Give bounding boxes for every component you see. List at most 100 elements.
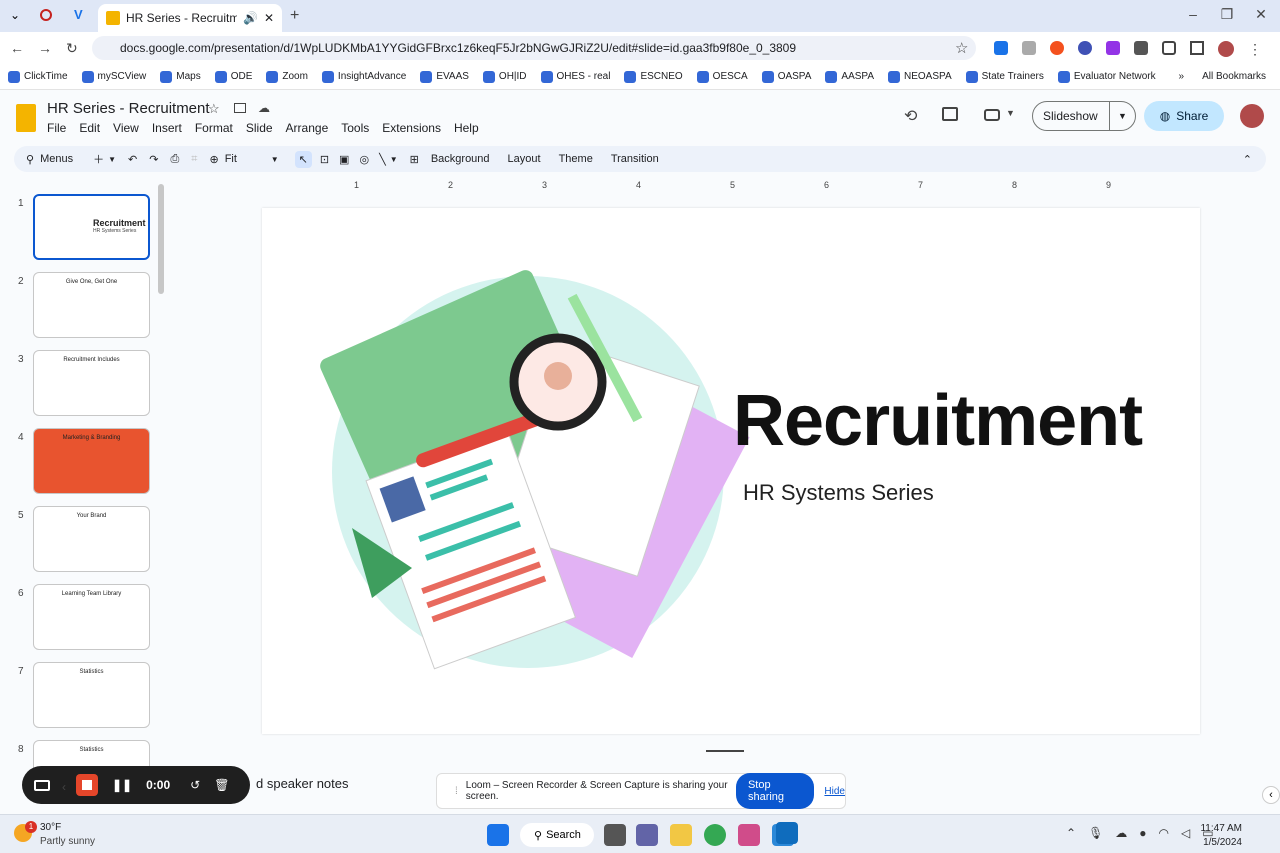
extension-v-icon[interactable] — [994, 41, 1008, 55]
meet-icon[interactable] — [984, 109, 1000, 121]
bookmark-item[interactable]: EVAAS — [420, 70, 469, 83]
extensions-puzzle-icon[interactable] — [1162, 41, 1176, 55]
restart-icon[interactable]: ↺ — [190, 778, 200, 792]
undo-icon[interactable]: ↶ — [128, 153, 137, 166]
menus-search[interactable]: Menus — [40, 153, 73, 165]
new-slide-dropdown-icon[interactable]: ▼ — [108, 155, 116, 164]
bookmark-item[interactable]: mySCView — [81, 70, 146, 83]
clock-time[interactable]: 11:47 AM — [1196, 823, 1242, 834]
outlook-icon[interactable] — [776, 822, 798, 844]
maximize-button[interactable]: ❐ — [1212, 6, 1242, 23]
bookmark-item[interactable]: Maps — [160, 70, 201, 83]
stop-recording-button[interactable] — [76, 774, 98, 796]
url-field[interactable]: docs.google.com/presentation/d/1WpLUDKMb… — [92, 36, 976, 60]
audio-icon[interactable]: 🔊 — [243, 11, 258, 25]
sidepanel-icon[interactable] — [1190, 41, 1204, 55]
close-window-button[interactable]: ✕ — [1246, 6, 1276, 23]
paint-format-icon[interactable]: ⌗ — [191, 153, 197, 166]
menu-insert[interactable]: Insert — [152, 121, 182, 135]
delete-icon[interactable]: 🗑 — [214, 778, 229, 792]
chrome-icon[interactable] — [704, 824, 726, 846]
clock-date[interactable]: 1/5/2024 — [1196, 837, 1242, 848]
slide-thumbnail[interactable]: Recruitment Includes — [33, 350, 150, 416]
toolbar-layout[interactable]: Layout — [508, 153, 541, 165]
slide-thumbnail[interactable]: Statistics — [33, 662, 150, 728]
file-explorer-icon[interactable] — [670, 824, 692, 846]
stop-sharing-button[interactable]: Stop sharing — [735, 773, 815, 809]
forward-button[interactable]: → — [38, 40, 52, 56]
minimize-button[interactable]: – — [1178, 6, 1208, 22]
slide-thumbnail[interactable]: Your Brand — [33, 506, 150, 572]
bookmark-item[interactable]: State Trainers — [965, 70, 1044, 83]
comment-add-icon[interactable]: ⊞ — [410, 153, 419, 166]
filmstrip-scrollbar[interactable] — [158, 184, 164, 294]
search-icon[interactable]: ⚲ — [26, 153, 34, 166]
menu-help[interactable]: Help — [454, 121, 479, 135]
snipping-tool-icon[interactable] — [738, 824, 760, 846]
line-icon[interactable]: ╲ — [379, 153, 386, 166]
bookmark-item[interactable]: Evaluator Network — [1057, 70, 1156, 83]
document-title[interactable]: HR Series - Recruitment — [47, 100, 210, 117]
extension-shield-icon[interactable] — [1134, 41, 1148, 55]
menu-tools[interactable]: Tools — [341, 121, 369, 135]
notes-resize-handle[interactable] — [706, 750, 744, 752]
bookmark-item[interactable]: ODE — [214, 70, 252, 83]
toolbar-background[interactable]: Background — [431, 153, 490, 165]
tray-overflow-icon[interactable]: ⌃ — [1066, 826, 1076, 840]
bookmark-item[interactable]: AASPA — [825, 70, 874, 83]
tab-search-icon[interactable]: ⌄ — [10, 8, 20, 22]
menu-extensions[interactable]: Extensions — [382, 121, 441, 135]
collapse-toolbar-icon[interactable]: ⌃ — [1243, 153, 1252, 166]
bookmark-item[interactable]: OASPA — [761, 70, 811, 83]
bookmark-item[interactable]: OESCA — [696, 70, 748, 83]
hide-button[interactable]: Hide — [824, 786, 845, 797]
menu-slide[interactable]: Slide — [246, 121, 273, 135]
v-tab-icon[interactable]: V — [74, 7, 83, 22]
slide-title[interactable]: Recruitment — [733, 380, 1143, 462]
bookmark-item[interactable]: Zoom — [266, 70, 308, 83]
slideshow-button[interactable]: Slideshow ▼ — [1032, 101, 1136, 131]
extension-grid-icon[interactable] — [1022, 41, 1036, 55]
speaker-notes[interactable]: d speaker notes — [256, 776, 349, 791]
new-tab-button[interactable]: + — [290, 7, 299, 25]
loom-extension-icon[interactable] — [1050, 41, 1064, 55]
slide-subtitle[interactable]: HR Systems Series — [743, 480, 934, 506]
extension-purple-icon[interactable] — [1106, 41, 1120, 55]
mic-icon[interactable]: 🎙 — [1088, 826, 1103, 840]
menu-file[interactable]: File — [47, 121, 66, 135]
bookmark-item[interactable]: OH|ID — [482, 70, 527, 83]
zoom-icon[interactable]: ⊕ — [209, 153, 218, 166]
print-icon[interactable]: ⎙ — [170, 153, 179, 166]
image-icon[interactable]: ▣ — [339, 153, 349, 166]
all-bookmarks[interactable]: All Bookmarks — [1202, 71, 1266, 82]
task-view-icon[interactable] — [604, 824, 626, 846]
text-box-icon[interactable]: ⊡ — [320, 153, 329, 166]
shape-icon[interactable]: ◎ — [359, 153, 369, 166]
slides-logo-icon[interactable] — [16, 104, 36, 132]
close-tab-icon[interactable]: ✕ — [264, 11, 274, 25]
back-button[interactable]: ← — [10, 40, 24, 56]
reload-button[interactable]: ↻ — [66, 40, 78, 57]
bookmark-item[interactable]: NEOASPA — [888, 70, 952, 83]
wifi-icon[interactable]: ◠ — [1159, 826, 1169, 840]
move-folder-icon[interactable] — [234, 103, 246, 113]
volume-icon[interactable]: ◁ — [1181, 826, 1190, 840]
menu-edit[interactable]: Edit — [79, 121, 100, 135]
line-dropdown-icon[interactable]: ▼ — [390, 155, 398, 164]
browser-menu-icon[interactable]: ⋮ — [1248, 41, 1262, 58]
extension-star-icon[interactable] — [1078, 41, 1092, 55]
select-tool-icon[interactable]: ↖ — [294, 150, 312, 168]
new-slide-icon[interactable]: ＋ — [93, 151, 104, 167]
menu-view[interactable]: View — [113, 121, 139, 135]
toolbar-theme[interactable]: Theme — [559, 153, 593, 165]
slide-thumbnail[interactable]: Marketing & Branding — [33, 428, 150, 494]
menu-arrange[interactable]: Arrange — [286, 121, 329, 135]
start-button[interactable] — [487, 824, 509, 846]
menu-format[interactable]: Format — [195, 121, 233, 135]
pause-icon[interactable]: ❚❚ — [112, 778, 132, 792]
mic-tray-icon[interactable]: ● — [1139, 826, 1146, 840]
bookmarks-overflow-icon[interactable]: » — [1179, 71, 1185, 82]
bookmark-star-icon[interactable]: ☆ — [955, 39, 968, 57]
teams-icon[interactable] — [636, 824, 658, 846]
camera-icon[interactable] — [34, 779, 50, 791]
